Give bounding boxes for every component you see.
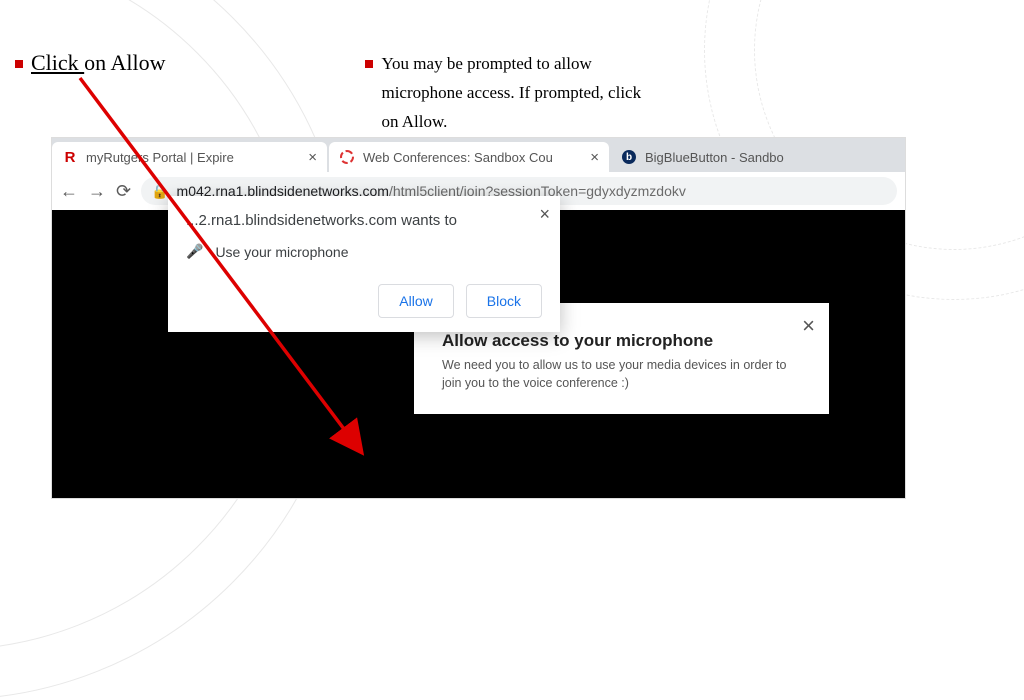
modal-title: Allow access to your microphone [442, 331, 801, 351]
close-icon[interactable]: × [539, 204, 550, 225]
close-icon[interactable]: × [308, 149, 317, 166]
favicon-bbb: b [621, 149, 637, 165]
tab-webconf[interactable]: Web Conferences: Sandbox Cou × [329, 142, 609, 172]
forward-button[interactable]: → [88, 181, 106, 202]
bullet-square [365, 60, 373, 68]
close-icon[interactable]: × [590, 149, 599, 166]
allow-button[interactable]: Allow [378, 284, 453, 318]
browser-screenshot: R myRutgers Portal | Expire × Web Confer… [52, 138, 905, 498]
bullet-square [15, 60, 23, 68]
reload-button[interactable]: ⟳ [116, 181, 131, 202]
permission-origin: ...2.rna1.blindsidenetworks.com wants to [186, 212, 542, 229]
tab-label: myRutgers Portal | Expire [86, 150, 234, 165]
permission-ask: Use your microphone [215, 244, 348, 260]
permission-popup: × ...2.rna1.blindsidenetworks.com wants … [168, 196, 560, 332]
instruction-click-allow: Click on Allow [31, 50, 165, 76]
tab-myrutgers[interactable]: R myRutgers Portal | Expire × [52, 142, 327, 172]
modal-body: We need you to allow us to use your medi… [442, 357, 801, 392]
close-icon[interactable]: × [802, 313, 815, 339]
instruction-mic-prompt: You may be prompted to allow microphone … [381, 50, 661, 137]
tab-bbb[interactable]: b BigBlueButton - Sandbo [611, 142, 871, 172]
microphone-icon: 🎤 [186, 243, 203, 260]
tab-label: Web Conferences: Sandbox Cou [363, 150, 553, 165]
tab-strip: R myRutgers Portal | Expire × Web Confer… [52, 138, 905, 172]
lock-icon: 🔒 [151, 183, 168, 200]
back-button[interactable]: ← [60, 181, 78, 202]
favicon-spinner [339, 149, 355, 165]
favicon-r: R [62, 149, 78, 165]
block-button[interactable]: Block [466, 284, 542, 318]
tab-label: BigBlueButton - Sandbo [645, 150, 784, 165]
